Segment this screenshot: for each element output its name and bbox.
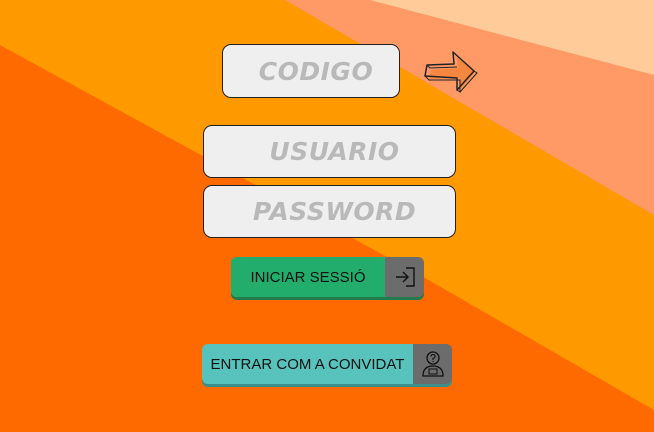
login-icon (385, 257, 424, 297)
username-placeholder: USUARIO (269, 137, 400, 166)
guest-button-label: ENTRAR COM A CONVIDAT (202, 344, 413, 384)
guest-login-button[interactable]: ENTRAR COM A CONVIDAT (202, 344, 452, 384)
password-input[interactable]: PASSWORD (203, 185, 456, 238)
login-button[interactable]: INICIAR SESSIÓ (231, 257, 424, 297)
username-input[interactable]: USUARIO (203, 125, 456, 178)
login-button-label: INICIAR SESSIÓ (231, 257, 385, 297)
password-placeholder: PASSWORD (252, 197, 417, 226)
arrow-right-icon[interactable] (423, 49, 479, 95)
guest-user-icon (413, 344, 452, 384)
code-placeholder: CODIGO (258, 56, 374, 86)
code-input[interactable]: CODIGO (222, 44, 400, 98)
